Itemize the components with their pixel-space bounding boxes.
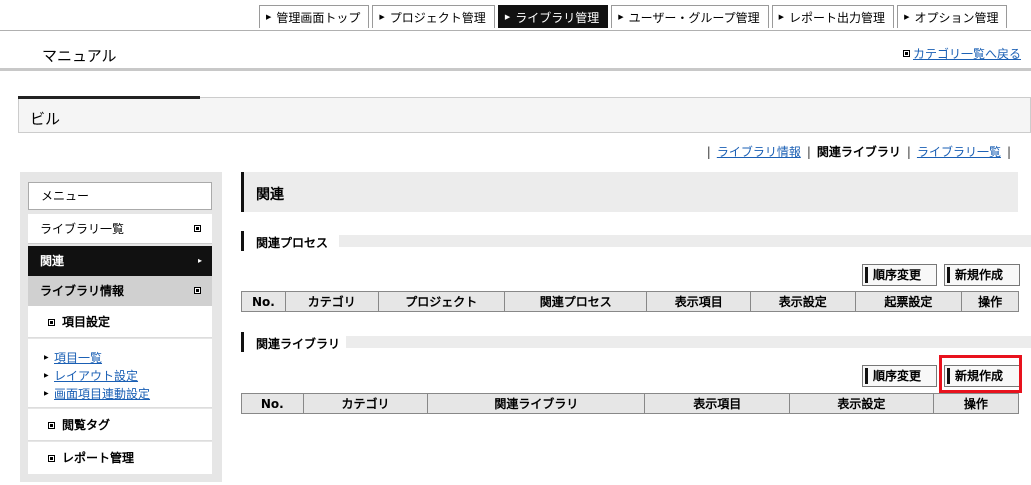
square-bullet-icon xyxy=(48,319,55,326)
back-to-category-link[interactable]: カテゴリ一覧へ戻る xyxy=(913,45,1021,62)
section-title-box xyxy=(18,97,1031,133)
related-process-title: 関連プロセス xyxy=(256,236,329,250)
arrow-right-icon: ▶ xyxy=(904,13,910,21)
tab-project-management[interactable]: ▶ プロジェクト管理 xyxy=(372,5,495,28)
sidebar-item-settings[interactable]: 項目設定 xyxy=(28,306,212,338)
sidebar-item-related[interactable]: 関連 ▸ xyxy=(28,246,212,276)
back-to-category-list[interactable]: カテゴリ一覧へ戻る xyxy=(902,45,1021,62)
library-reorder-button[interactable]: 順序変更 xyxy=(862,365,937,387)
tab-admin-top[interactable]: ▶ 管理画面トップ xyxy=(259,5,370,28)
col-operation: 操作 xyxy=(932,393,1020,414)
col-category: カテゴリ xyxy=(302,393,429,414)
col-display-item: 表示項目 xyxy=(646,291,751,312)
col-related-library: 関連ライブラリ xyxy=(427,393,646,414)
process-reorder-button[interactable]: 順序変更 xyxy=(862,264,937,286)
subnav-library-list[interactable]: ライブラリ一覧 xyxy=(917,143,1001,160)
arrow-right-icon: ▶ xyxy=(44,372,49,379)
section-accent-line xyxy=(18,96,200,99)
sidebar: メニュー ライブラリ一覧 関連 ▸ ライブラリ情報 項目設定 ▶ 項目一覧 ▶ レイ… xyxy=(20,172,222,482)
square-bullet-icon xyxy=(48,455,55,462)
tab-user-group-management[interactable]: ▶ ユーザー・グループ管理 xyxy=(611,5,769,28)
link-screen-item-linkage[interactable]: 画面項目連動設定 xyxy=(54,387,150,401)
link-item-list[interactable]: 項目一覧 xyxy=(54,351,102,365)
subnav-library-info[interactable]: ライブラリ情報 xyxy=(717,143,801,160)
col-project: プロジェクト xyxy=(377,291,506,312)
main-header-accent xyxy=(241,172,244,212)
sidebar-item-library-info[interactable]: ライブラリ情報 xyxy=(28,276,212,306)
sidebar-item-library-list[interactable]: ライブラリ一覧 xyxy=(28,214,212,244)
process-create-button[interactable]: 新規作成 xyxy=(944,264,1020,286)
square-bullet-icon xyxy=(48,422,55,429)
related-process-table: No. カテゴリ プロジェクト 関連プロセス 表示項目 表示設定 起票設定 操作 xyxy=(241,291,1019,312)
tab-library-management[interactable]: ▶ ライブラリ管理 xyxy=(497,5,609,28)
arrow-right-icon: ▶ xyxy=(504,13,511,21)
col-no: No. xyxy=(241,291,286,312)
related-library-title: 関連ライブラリ xyxy=(256,337,341,351)
item-settings-panel: 項目設定 xyxy=(28,306,212,338)
section-title: ビル xyxy=(30,110,61,128)
col-display-item: 表示項目 xyxy=(644,393,791,414)
main-title: 関連 xyxy=(256,187,284,203)
tab-report-output-management[interactable]: ▶ レポート出力管理 xyxy=(771,5,895,28)
col-display-setting: 表示設定 xyxy=(750,291,856,312)
header-divider xyxy=(0,30,1031,31)
main-header xyxy=(241,172,1018,212)
related-process-header: 関連プロセス xyxy=(241,231,1031,251)
page-title: マニュアル xyxy=(42,47,117,65)
square-bullet-icon xyxy=(194,225,201,232)
sidebar-menu-header: メニュー xyxy=(28,182,212,210)
square-bullet-icon xyxy=(194,287,201,294)
col-display-setting: 表示設定 xyxy=(789,393,934,414)
view-tag-panel: 閲覧タグ xyxy=(28,409,212,441)
arrow-right-icon: ▶ xyxy=(379,13,385,21)
arrow-right-icon: ▸ xyxy=(197,256,202,265)
top-nav: ▶ 管理画面トップ ▶ プロジェクト管理 ▶ ライブラリ管理 ▶ ユーザー・グループ管理… xyxy=(259,5,1010,30)
table-header-row: No. カテゴリ プロジェクト 関連プロセス 表示項目 表示設定 起票設定 操作 xyxy=(241,291,1019,312)
related-library-table: No. カテゴリ 関連ライブラリ 表示項目 表示設定 操作 xyxy=(241,393,1020,414)
sidebar-view-tag[interactable]: 閲覧タグ xyxy=(28,409,212,441)
sub-nav: | ライブラリ情報 | 関連ライブラリ | ライブラリ一覧 | xyxy=(706,143,1011,160)
item-links-panel: ▶ 項目一覧 ▶ レイアウト設定 ▶ 画面項目連動設定 xyxy=(28,339,212,408)
arrow-right-icon: ▶ xyxy=(618,13,624,21)
link-layout-settings[interactable]: レイアウト設定 xyxy=(54,369,138,383)
report-mgmt-panel: レポート管理 xyxy=(28,442,212,474)
sidebar-report-management[interactable]: レポート管理 xyxy=(28,442,212,474)
arrow-right-icon: ▶ xyxy=(778,13,785,21)
header-bar xyxy=(0,68,1031,71)
arrow-right-icon: ▶ xyxy=(266,13,272,21)
col-no: No. xyxy=(241,393,304,414)
col-category: カテゴリ xyxy=(284,291,379,312)
subnav-related-library: 関連ライブラリ xyxy=(816,145,901,159)
tab-option-management[interactable]: ▶ オプション管理 xyxy=(897,5,1008,28)
col-related-process: 関連プロセス xyxy=(504,291,648,312)
arrow-right-icon: ▶ xyxy=(44,390,49,397)
col-draft-setting: 起票設定 xyxy=(854,291,963,312)
highlight-box xyxy=(939,355,1022,393)
table-header-row: No. カテゴリ 関連ライブラリ 表示項目 表示設定 操作 xyxy=(241,393,1020,414)
arrow-right-icon: ▶ xyxy=(44,354,49,361)
col-operation: 操作 xyxy=(961,291,1019,312)
square-bullet-icon xyxy=(902,50,910,57)
related-library-header: 関連ライブラリ xyxy=(241,332,1031,352)
